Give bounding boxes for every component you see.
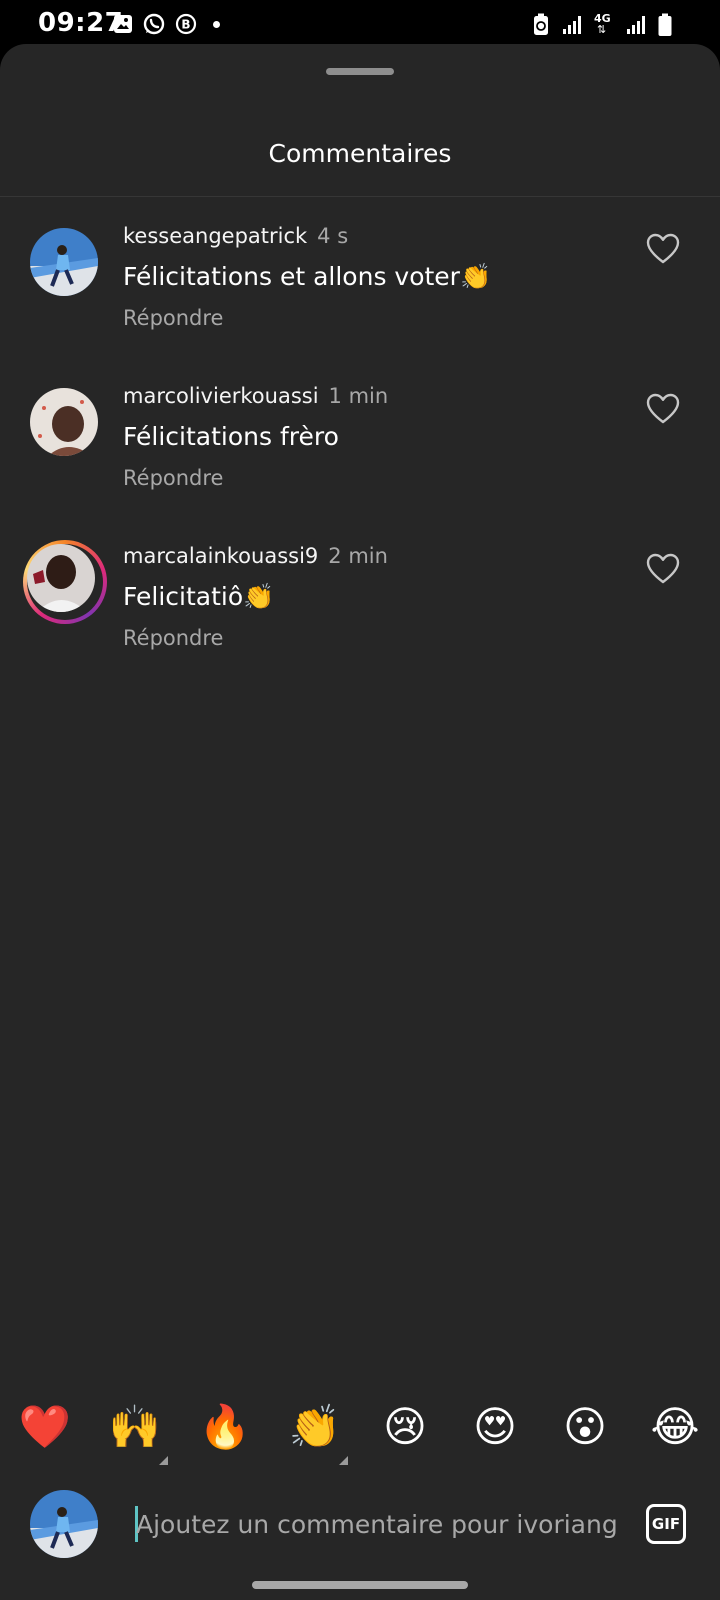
more-notifications-dot [213,20,220,28]
quick-reactions-bar: ❤️ 🙌 🔥 👏 😢 😍 😮 😂 [0,1402,720,1472]
like-heart-icon[interactable] [646,393,680,425]
comment-header: kesseangepatrick 4 s [123,224,348,248]
b-icon: B [175,13,197,35]
comment-item: marcalainkouassi9 2 min Felicitatiô👏 Répo… [0,540,720,688]
svg-text:B: B [181,18,190,32]
comment-username[interactable]: marcolivierkouassi [123,384,319,408]
comment-header: marcalainkouassi9 2 min [123,544,388,568]
comment-composer: Ajoutez un commentaire pour ivoriangram.… [0,1490,720,1562]
like-heart-icon[interactable] [646,553,680,585]
avatar[interactable] [30,388,98,456]
reaction-fire[interactable]: 🔥 [197,1402,253,1452]
comment-time: 1 min [328,384,389,408]
comment-text: Félicitations et allons voter👏 [123,262,492,291]
battery-saver-icon [534,13,548,35]
whatsapp-icon [143,13,165,35]
avatar[interactable] [30,228,98,296]
comment-username[interactable]: kesseangepatrick [123,224,307,248]
reaction-heart-eyes[interactable]: 😍 [467,1402,523,1452]
gesture-nav-bar[interactable] [252,1581,468,1589]
comment-input[interactable]: Ajoutez un commentaire pour ivoriangram.… [136,1505,616,1545]
reaction-clapping[interactable]: 👏 [287,1402,343,1452]
comment-username[interactable]: marcalainkouassi9 [123,544,318,568]
reaction-laughing[interactable]: 😂 [647,1402,703,1452]
network-type-indicator: 4G ⇅ [594,12,614,38]
current-user-avatar [30,1490,98,1558]
reply-button[interactable]: Répondre [123,306,223,330]
reaction-surprised[interactable]: 😮 [557,1402,613,1452]
reply-button[interactable]: Répondre [123,466,223,490]
gif-button[interactable]: GIF [646,1504,686,1544]
story-ring[interactable] [23,540,107,624]
status-notification-icons: B [113,13,220,35]
comment-item: marcolivierkouassi 1 min Félicitations fr… [0,384,720,528]
gallery-icon [114,15,132,33]
comment-text: Félicitations frèro [123,422,339,451]
reaction-raising-hands[interactable]: 🙌 [107,1402,163,1452]
comments-sheet: Commentaires kesseangepatrick 4 s Félicit… [0,44,720,1600]
drag-handle[interactable] [326,68,394,75]
data-arrows-icon: ⇅ [597,23,607,36]
reaction-crying[interactable]: 😢 [377,1402,433,1452]
status-system-icons: 4G ⇅ [532,12,672,38]
like-heart-icon[interactable] [646,233,680,265]
comment-text: Felicitatiô👏 [123,582,275,611]
battery-icon [658,13,672,36]
signal-icon [563,16,581,34]
status-time: 09:27 [38,8,124,38]
avatar [27,544,95,612]
reaction-heart[interactable]: ❤️ [17,1402,73,1452]
header-divider [0,196,720,197]
status-bar: 09:27 B 4G ⇅ [0,0,720,48]
sheet-title: Commentaires [268,139,452,168]
skin-tone-indicator [339,1456,348,1465]
skin-tone-indicator [159,1456,168,1465]
reply-button[interactable]: Répondre [123,626,223,650]
comment-header: marcolivierkouassi 1 min [123,384,388,408]
comment-time: 4 s [317,224,349,248]
signal-icon [627,16,645,34]
comment-item: kesseangepatrick 4 s Félicitations et all… [0,224,720,368]
comment-time: 2 min [328,544,388,568]
